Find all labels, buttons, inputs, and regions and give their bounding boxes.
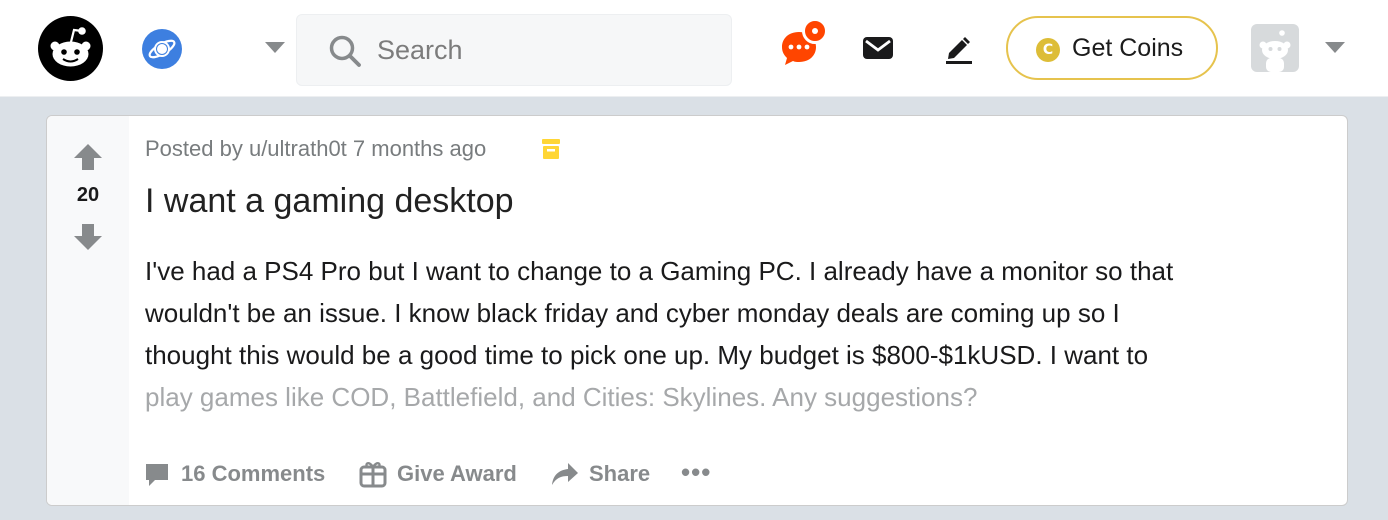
snoo-logo-graphic: [50, 27, 91, 67]
top-header: C Get Coins: [0, 0, 1388, 97]
comment-icon: [146, 464, 168, 486]
post-card[interactable]: 20 Posted by u/ultrath0t 7 months ago I …: [46, 115, 1348, 506]
downvote-arrow-icon[interactable]: [73, 222, 103, 252]
post-body-line-faded: play games like COD, Battlefield, and Ci…: [145, 382, 978, 412]
planet-graphic: [148, 39, 176, 59]
comments-button[interactable]: 16 Comments: [143, 454, 343, 494]
post-body-line: I've had a PS4 Pro but I want to change …: [145, 256, 1174, 286]
give-award-label: Give Award: [397, 461, 517, 486]
comments-label: 16 Comments: [181, 461, 326, 486]
search-input[interactable]: [377, 15, 717, 85]
search-icon: [329, 35, 361, 67]
post-title[interactable]: I want a gaming desktop: [145, 182, 514, 221]
post-body-line: thought this would be a good time to pic…: [145, 340, 1149, 370]
mail-icon[interactable]: [862, 34, 894, 62]
user-menu-chevron-icon[interactable]: [1325, 42, 1345, 53]
share-arrow-icon: [552, 463, 578, 485]
user-avatar[interactable]: [1251, 24, 1299, 72]
vote-column: 20: [47, 116, 129, 505]
more-options-button[interactable]: •••: [681, 454, 715, 494]
community-dropdown-chevron-icon[interactable]: [265, 42, 285, 53]
reddit-logo-icon[interactable]: [38, 16, 103, 81]
post-body-line: wouldn't be an issue. I know black frida…: [145, 298, 1120, 328]
search-bar[interactable]: [296, 14, 732, 86]
archive-icon: [542, 139, 560, 159]
author-link[interactable]: u/ultrath0t: [249, 136, 347, 161]
planet-icon[interactable]: [142, 29, 182, 69]
share-label: Share: [589, 461, 651, 486]
pencil-icon[interactable]: [942, 32, 974, 64]
vote-score: 20: [76, 184, 100, 206]
get-coins-label: Get Coins: [1072, 34, 1184, 62]
notification-badge: [802, 18, 828, 44]
gift-icon: [359, 462, 387, 488]
post-age: 7 months ago: [346, 136, 487, 161]
coin-icon: C: [1036, 38, 1060, 62]
give-award-button[interactable]: Give Award: [359, 454, 529, 494]
avatar-snoo-icon: [1259, 30, 1291, 72]
get-coins-button[interactable]: C Get Coins: [1006, 16, 1218, 80]
share-button[interactable]: Share: [551, 454, 661, 494]
post-meta: Posted by u/ultrath0t 7 months ago: [145, 136, 486, 162]
more-dots-icon: •••: [681, 457, 712, 487]
posted-by-label: Posted by: [145, 136, 249, 161]
upvote-arrow-icon[interactable]: [73, 142, 103, 172]
post-body: I've had a PS4 Pro but I want to change …: [145, 250, 1315, 418]
